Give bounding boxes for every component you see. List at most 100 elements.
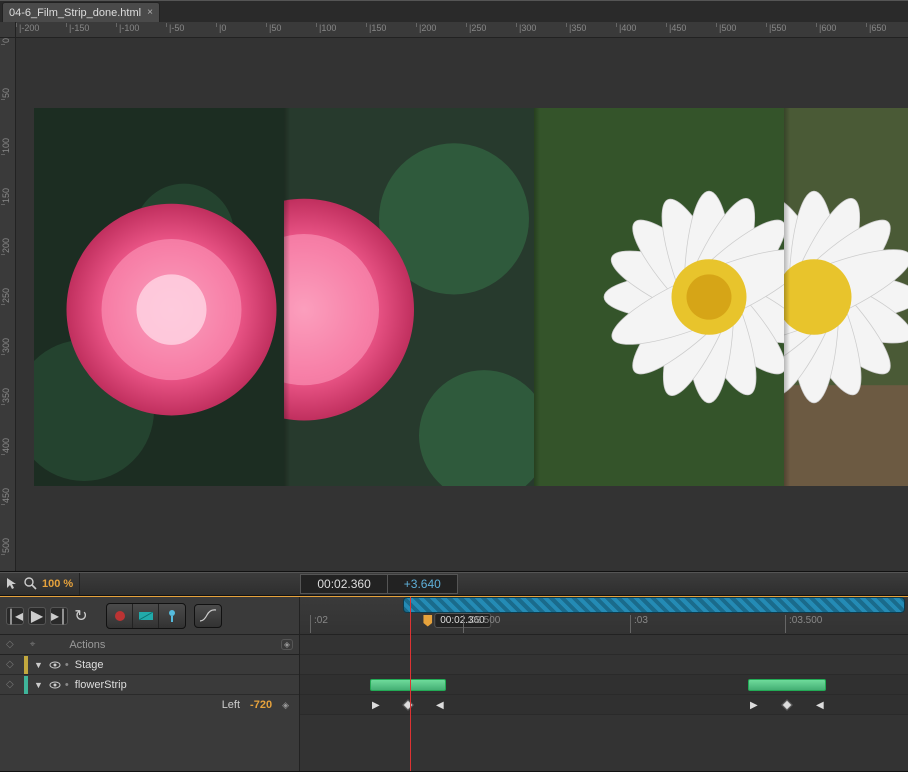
pointer-icon[interactable] [6, 577, 20, 591]
keyframe-tri-icon[interactable]: ▶ [372, 700, 380, 711]
visibility-icon[interactable] [49, 660, 59, 670]
ruler-tick: 150 [1, 188, 5, 205]
track-stage[interactable] [300, 655, 908, 675]
auto-transition-button[interactable] [133, 604, 159, 628]
play-button[interactable]: ▶ [28, 607, 46, 625]
keyframe-tri-icon[interactable]: ◀ [436, 700, 444, 711]
layer-name: flowerStrip [75, 679, 127, 691]
stopwatch-icon: ⌖ [30, 639, 36, 650]
ruler-tick: |150 [366, 23, 386, 27]
film-frame-rose-b [284, 108, 534, 486]
magnifier-icon[interactable] [24, 577, 38, 591]
ruler-vertical[interactable]: 050100150200250300350400450500 [0, 38, 16, 571]
status-bar: 100 % 00:02.360 +3.640 [0, 572, 908, 596]
ruler-horizontal[interactable]: |-200 |-150 |-100 |-50 |0 |50 |100 |150 |200 |250… [16, 22, 908, 38]
time-ruler[interactable]: 00:02.360 :02:02.500:03:03.500 [300, 597, 908, 635]
ruler-tick: |-50 [166, 23, 184, 27]
ruler-tick: |100 [316, 23, 336, 27]
ruler-tick: |500 [716, 23, 736, 27]
ruler-tick: |200 [416, 23, 436, 27]
track-property-left[interactable]: ▶ ◀ ▶ ◀ [300, 695, 908, 715]
timeline-tracks[interactable]: 00:02.360 :02:02.500:03:03.500 ▶◀▶◀ [300, 597, 908, 771]
ruler-corner [0, 22, 16, 38]
ruler-tick: |250 [466, 23, 486, 27]
keyframe-diamond-icon[interactable] [402, 699, 413, 710]
time-tick: :02.500 [463, 615, 500, 633]
property-label: Left [222, 699, 240, 711]
ruler-tick: 50 [1, 88, 5, 100]
playhead-line[interactable] [410, 597, 411, 771]
ruler-tick: |550 [766, 23, 786, 27]
pin-button[interactable] [159, 604, 185, 628]
playhead-marker-icon [423, 615, 432, 627]
actions-label: Actions [69, 639, 105, 651]
ruler-tick: 400 [1, 438, 5, 455]
track-flowerstrip[interactable] [300, 675, 908, 695]
layer-color-swatch [24, 656, 28, 674]
actions-row[interactable]: ◇ ⌖ Actions ◈ [0, 635, 299, 655]
timeline-layer-list: ∣◂ ▶ ▸∣ ↻ ◇ ⌖ Actions [0, 597, 300, 771]
ruler-tick: 350 [1, 388, 5, 405]
ruler-tick: 200 [1, 238, 5, 255]
ruler-tick: |350 [566, 23, 586, 27]
property-value[interactable]: -720 [250, 699, 272, 711]
auto-keyframe-button[interactable] [107, 604, 133, 628]
lock-dot-icon[interactable]: • [65, 679, 69, 691]
disclosure-triangle-icon[interactable]: ▼ [34, 680, 43, 690]
easing-button[interactable] [194, 604, 222, 628]
keyframe-tools [106, 603, 186, 629]
ruler-tick: 0 [1, 38, 5, 45]
film-strip [34, 108, 908, 486]
playback-controls: ∣◂ ▶ ▸∣ ↻ [0, 597, 299, 635]
close-icon[interactable]: × [147, 7, 153, 18]
zoom-level[interactable]: 100 % [42, 578, 73, 590]
timeline-clip[interactable] [370, 679, 446, 691]
keyframe-diamond-icon[interactable] [781, 699, 792, 710]
remaining-time[interactable]: +3.640 [388, 574, 458, 594]
current-time[interactable]: 00:02.360 [300, 574, 387, 594]
stage-area: |-200 |-150 |-100 |-50 |0 |50 |100 |150 |200 |250… [0, 22, 908, 572]
time-display: 00:02.360 +3.640 [300, 574, 457, 594]
layer-color-swatch [24, 676, 28, 694]
ruler-tick: 500 [1, 538, 5, 555]
keyframe-diamond-icon: ◇ [6, 659, 18, 670]
property-row-left[interactable]: Left -720 ◈ [0, 695, 299, 715]
time-tick: :03 [630, 615, 648, 633]
keyframe-diamond-icon: ◇ [6, 639, 14, 650]
track-actions[interactable] [300, 635, 908, 655]
time-selection[interactable] [403, 597, 905, 613]
film-frame-daisy-a [534, 108, 784, 486]
ruler-tick: |650 [866, 23, 886, 27]
ruler-tick: |-200 [16, 23, 39, 27]
goto-end-button[interactable]: ▸∣ [50, 607, 68, 625]
ruler-tick: |400 [616, 23, 636, 27]
layer-row-stage[interactable]: ◇ ▼ • Stage [0, 655, 299, 675]
ruler-tick: |300 [516, 23, 536, 27]
time-tick: :03.500 [785, 615, 822, 633]
film-frame-daisy-b [784, 108, 908, 486]
stage-canvas[interactable] [16, 38, 908, 571]
timeline-panel: ∣◂ ▶ ▸∣ ↻ ◇ ⌖ Actions [0, 596, 908, 772]
time-tick: :02 [310, 615, 328, 633]
property-menu-icon[interactable]: ◈ [282, 700, 289, 711]
ruler-tick: |0 [216, 23, 226, 27]
goto-start-button[interactable]: ∣◂ [6, 607, 24, 625]
film-frame-rose-a [34, 108, 284, 486]
ruler-tick: 100 [1, 138, 5, 155]
ruler-tick: |-150 [66, 23, 89, 27]
ruler-tick: |50 [266, 23, 281, 27]
layer-row-flowerstrip[interactable]: ◇ ▼ • flowerStrip [0, 675, 299, 695]
actions-menu-icon[interactable]: ◈ [281, 639, 293, 650]
lock-dot-icon[interactable]: • [65, 659, 69, 671]
keyframe-diamond-icon: ◇ [6, 679, 18, 690]
ruler-tick: |450 [666, 23, 686, 27]
disclosure-triangle-icon[interactable]: ▼ [34, 660, 43, 670]
ruler-tick: 250 [1, 288, 5, 305]
timeline-clip[interactable] [748, 679, 826, 691]
ruler-tick: |-100 [116, 23, 139, 27]
document-tab[interactable]: 04-6_Film_Strip_done.html × [2, 2, 160, 22]
keyframe-tri-icon[interactable]: ▶ [750, 700, 758, 711]
loop-button[interactable]: ↻ [72, 607, 90, 625]
visibility-icon[interactable] [49, 680, 59, 690]
keyframe-tri-icon[interactable]: ◀ [816, 700, 824, 711]
